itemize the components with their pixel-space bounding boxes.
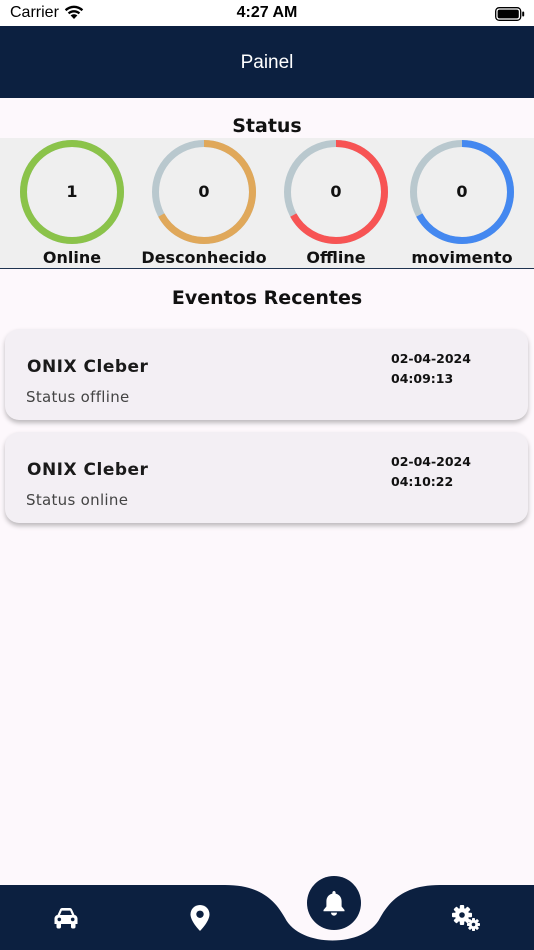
event-device-name: ONIX Cleber: [27, 357, 149, 377]
gauge-offline-value: 0: [330, 182, 342, 201]
status-section-title: Status: [232, 115, 302, 137]
gauge-moving-label: movimento: [411, 248, 513, 267]
gauge-moving: 0: [408, 138, 516, 246]
ios-status-bar: Carrier 4:27 AM: [0, 0, 534, 26]
notifications-tab[interactable]: [307, 876, 361, 930]
gauge-unknown: 0: [150, 138, 258, 246]
gauge-online-label: Online: [42, 248, 102, 267]
event-status: Status offline: [26, 388, 130, 406]
car-icon: [54, 908, 78, 929]
event-status: Status online: [26, 491, 129, 509]
battery-icon: [495, 6, 525, 25]
page-title: Painel: [240, 52, 294, 73]
bottom-navigation-bar: [0, 870, 534, 950]
bell-icon: [323, 891, 345, 916]
event-date: 02-04-2024: [391, 454, 471, 469]
gauge-online-value: 1: [66, 182, 78, 201]
event-card[interactable]: ONIX Cleber Status offline 02-04-2024 04…: [5, 329, 528, 420]
event-card[interactable]: ONIX Cleber Status online 02-04-2024 04:…: [5, 432, 528, 523]
status-gauges-panel: 1 Online 0 Desconhecido 0 Offline 0 movi…: [0, 138, 534, 269]
event-timestamp: 02-04-2024 04:10:22: [391, 452, 471, 492]
gauge-moving-value: 0: [456, 182, 468, 201]
gauge-online: 1: [18, 138, 126, 246]
settings-gears-icon: [452, 905, 480, 931]
event-time: 04:09:13: [391, 371, 454, 386]
event-timestamp: 02-04-2024 04:09:13: [391, 349, 471, 389]
events-section-title: Eventos Recentes: [171, 287, 363, 309]
vehicles-tab[interactable]: [44, 898, 88, 938]
gauge-offline: 0: [282, 138, 390, 246]
gauge-unknown-value: 0: [198, 182, 210, 201]
event-date: 02-04-2024: [391, 351, 471, 366]
gauge-unknown-label: Desconhecido: [141, 248, 267, 267]
settings-tab[interactable]: [444, 898, 488, 938]
map-tab[interactable]: [178, 898, 222, 938]
gauge-offline-label: Offline: [306, 248, 366, 267]
location-pin-icon: [190, 905, 210, 931]
clock: 4:27 AM: [236, 4, 298, 21]
event-time: 04:10:22: [391, 474, 454, 489]
app-bar: Painel: [0, 26, 534, 98]
event-device-name: ONIX Cleber: [27, 460, 149, 480]
